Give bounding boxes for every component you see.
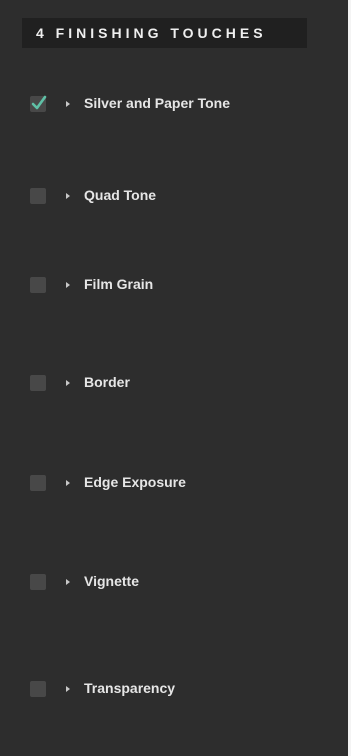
quad-tone-checkbox[interactable] <box>30 188 46 204</box>
section-header: 4 FINISHING TOUCHES <box>22 18 307 48</box>
edge-exposure-checkbox[interactable] <box>30 475 46 491</box>
expand-arrow-icon[interactable] <box>66 380 70 386</box>
expand-arrow-icon[interactable] <box>66 101 70 107</box>
option-edge-exposure[interactable]: Edge Exposure <box>0 471 351 495</box>
option-label: Edge Exposure <box>84 474 186 490</box>
option-vignette[interactable]: Vignette <box>0 570 351 594</box>
finishing-touches-panel: 4 FINISHING TOUCHES Silver and Paper Ton… <box>0 0 351 756</box>
vignette-checkbox[interactable] <box>30 574 46 590</box>
option-silver-and-paper-tone[interactable]: Silver and Paper Tone <box>0 92 351 116</box>
option-label: Border <box>84 374 130 390</box>
option-border[interactable]: Border <box>0 371 351 395</box>
option-label: Silver and Paper Tone <box>84 95 231 111</box>
checkmark-icon <box>31 95 47 110</box>
expand-arrow-icon[interactable] <box>66 480 70 486</box>
section-title: 4 FINISHING TOUCHES <box>36 25 267 41</box>
film-grain-checkbox[interactable] <box>30 277 46 293</box>
silver-and-paper-tone-checkbox[interactable] <box>30 95 47 112</box>
option-film-grain[interactable]: Film Grain <box>0 273 351 297</box>
expand-arrow-icon[interactable] <box>66 686 70 692</box>
expand-arrow-icon[interactable] <box>66 193 70 199</box>
option-label: Transparency <box>84 680 176 696</box>
transparency-checkbox[interactable] <box>30 681 46 697</box>
option-label: Vignette <box>84 573 139 589</box>
border-checkbox[interactable] <box>30 375 46 391</box>
option-label: Film Grain <box>84 276 154 292</box>
expand-arrow-icon[interactable] <box>66 282 70 288</box>
option-quad-tone[interactable]: Quad Tone <box>0 184 351 208</box>
expand-arrow-icon[interactable] <box>66 579 70 585</box>
option-label: Quad Tone <box>84 187 157 203</box>
option-transparency[interactable]: Transparency <box>0 677 351 701</box>
